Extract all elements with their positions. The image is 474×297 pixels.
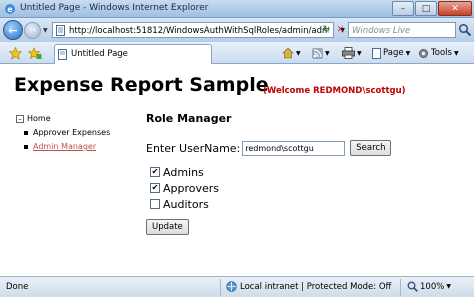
favorites-star-icon <box>8 46 22 60</box>
page-icon <box>372 47 381 59</box>
url-input[interactable] <box>69 24 329 37</box>
search-button[interactable]: Search <box>350 140 392 156</box>
username-row: Enter UserName: Search <box>146 140 392 156</box>
add-to-favorites-button[interactable] <box>28 46 42 60</box>
close-icon: ✕ <box>451 3 459 14</box>
approvers-checkbox[interactable]: ✔ <box>150 183 160 193</box>
tab-label: Untitled Page <box>71 49 128 59</box>
chevron-down-icon: ▼ <box>357 49 362 57</box>
zoom-icon <box>407 281 418 292</box>
home-button[interactable]: ▼ <box>282 46 301 60</box>
role-label: Admins <box>163 165 204 179</box>
forward-button[interactable]: → <box>24 22 41 39</box>
role-label: Auditors <box>163 197 209 211</box>
status-bar: Done Local intranet | Protected Mode: Of… <box>0 276 474 297</box>
url-box[interactable] <box>52 22 334 38</box>
bullet-icon <box>24 144 28 149</box>
gear-icon <box>419 48 428 58</box>
home-icon <box>282 47 294 59</box>
role-approvers[interactable]: ✔ Approvers <box>150 180 219 196</box>
favorites-button[interactable] <box>8 46 22 60</box>
window-title: Untitled Page - Windows Internet Explore… <box>20 3 209 13</box>
role-admins[interactable]: ✔ Admins <box>150 164 219 180</box>
divider <box>400 279 401 296</box>
tree-root[interactable]: – Home <box>16 114 110 123</box>
tree-item-admin-manager[interactable]: Admin Manager <box>24 142 110 151</box>
zoom-level: 100% <box>420 281 445 292</box>
auditors-checkbox[interactable] <box>150 199 160 209</box>
collapse-icon[interactable]: – <box>16 114 24 123</box>
welcome-text: (Welcome REDMOND\scottgu) <box>263 86 406 96</box>
back-button[interactable]: ← <box>3 20 23 40</box>
roles-list: ✔ Admins ✔ Approvers Auditors <box>150 164 219 212</box>
recent-pages-dropdown-icon[interactable]: ▼ <box>43 27 48 34</box>
page-title: Expense Report Sample <box>14 74 269 96</box>
search-box[interactable] <box>348 22 456 38</box>
rss-feed-icon <box>312 47 323 59</box>
tools-menu-label: Tools <box>431 48 452 58</box>
close-window-button[interactable]: ✕ <box>438 1 472 16</box>
role-label: Approvers <box>163 181 220 195</box>
page-menu[interactable]: Page ▼ <box>372 46 410 60</box>
page-icon <box>56 25 65 36</box>
title-bar: e Untitled Page - Windows Internet Explo… <box>0 0 474 18</box>
address-bar: ← → ▼ ▼ ↻ ✕ <box>0 18 474 42</box>
chevron-down-icon: ▼ <box>325 49 330 57</box>
role-manager-title: Role Manager <box>146 112 232 125</box>
minimize-icon: – <box>400 3 406 14</box>
stop-button[interactable]: ✕ <box>334 22 347 38</box>
bullet-icon <box>24 130 28 135</box>
tools-menu[interactable]: Tools ▼ <box>418 46 459 60</box>
zoom-control[interactable]: 100% ▼ <box>407 281 451 292</box>
tree-item-approver-expenses[interactable]: Approver Expenses <box>24 128 110 137</box>
window-controls: – □ ✕ <box>392 1 472 16</box>
chevron-down-icon: ▼ <box>453 49 459 57</box>
minimize-button[interactable]: – <box>392 1 414 16</box>
admins-checkbox[interactable]: ✔ <box>150 167 160 177</box>
search-input[interactable] <box>352 24 452 37</box>
update-button[interactable]: Update <box>146 219 189 235</box>
stop-icon: ✕ <box>336 25 345 35</box>
tab-bar: Untitled Page ▼ ▼ ▼ Page ▼ Tools ▼ <box>0 42 474 64</box>
chevron-down-icon: ▼ <box>296 49 301 57</box>
print-button[interactable]: ▼ <box>342 46 362 60</box>
divider <box>220 279 221 296</box>
printer-icon <box>342 47 355 59</box>
username-input[interactable] <box>242 140 346 156</box>
forward-arrow-icon: → <box>28 25 37 36</box>
page-icon <box>58 49 67 60</box>
tree-root-label[interactable]: Home <box>27 114 51 123</box>
username-label: Enter UserName: <box>146 141 241 155</box>
status-text: Done <box>6 282 29 292</box>
chevron-down-icon: ▼ <box>405 49 411 57</box>
tab-untitled-page[interactable]: Untitled Page <box>54 44 212 64</box>
role-auditors[interactable]: Auditors <box>150 196 219 212</box>
security-zone[interactable]: Local intranet | Protected Mode: Off <box>226 281 391 292</box>
site-nav-tree: – Home Approver Expenses Admin Manager <box>16 114 110 151</box>
back-arrow-icon: ← <box>8 23 18 37</box>
intranet-zone-icon <box>226 281 237 292</box>
tree-item-label[interactable]: Admin Manager <box>33 142 96 151</box>
add-favorites-icon <box>28 46 42 59</box>
tree-item-label[interactable]: Approver Expenses <box>33 128 110 137</box>
refresh-icon: ↻ <box>322 25 331 35</box>
refresh-button[interactable]: ↻ <box>320 22 333 38</box>
search-icon[interactable] <box>458 23 472 37</box>
page-menu-label: Page <box>383 48 404 58</box>
chevron-down-icon: ▼ <box>446 283 451 290</box>
zone-label: Local intranet | Protected Mode: Off <box>240 281 392 292</box>
ie-logo-icon: e <box>5 4 15 14</box>
feeds-button[interactable]: ▼ <box>312 46 330 60</box>
maximize-button[interactable]: □ <box>415 1 437 16</box>
maximize-icon: □ <box>421 3 431 14</box>
page-content: Expense Report Sample (Welcome REDMOND\s… <box>0 64 474 276</box>
svg-text:e: e <box>7 5 13 14</box>
